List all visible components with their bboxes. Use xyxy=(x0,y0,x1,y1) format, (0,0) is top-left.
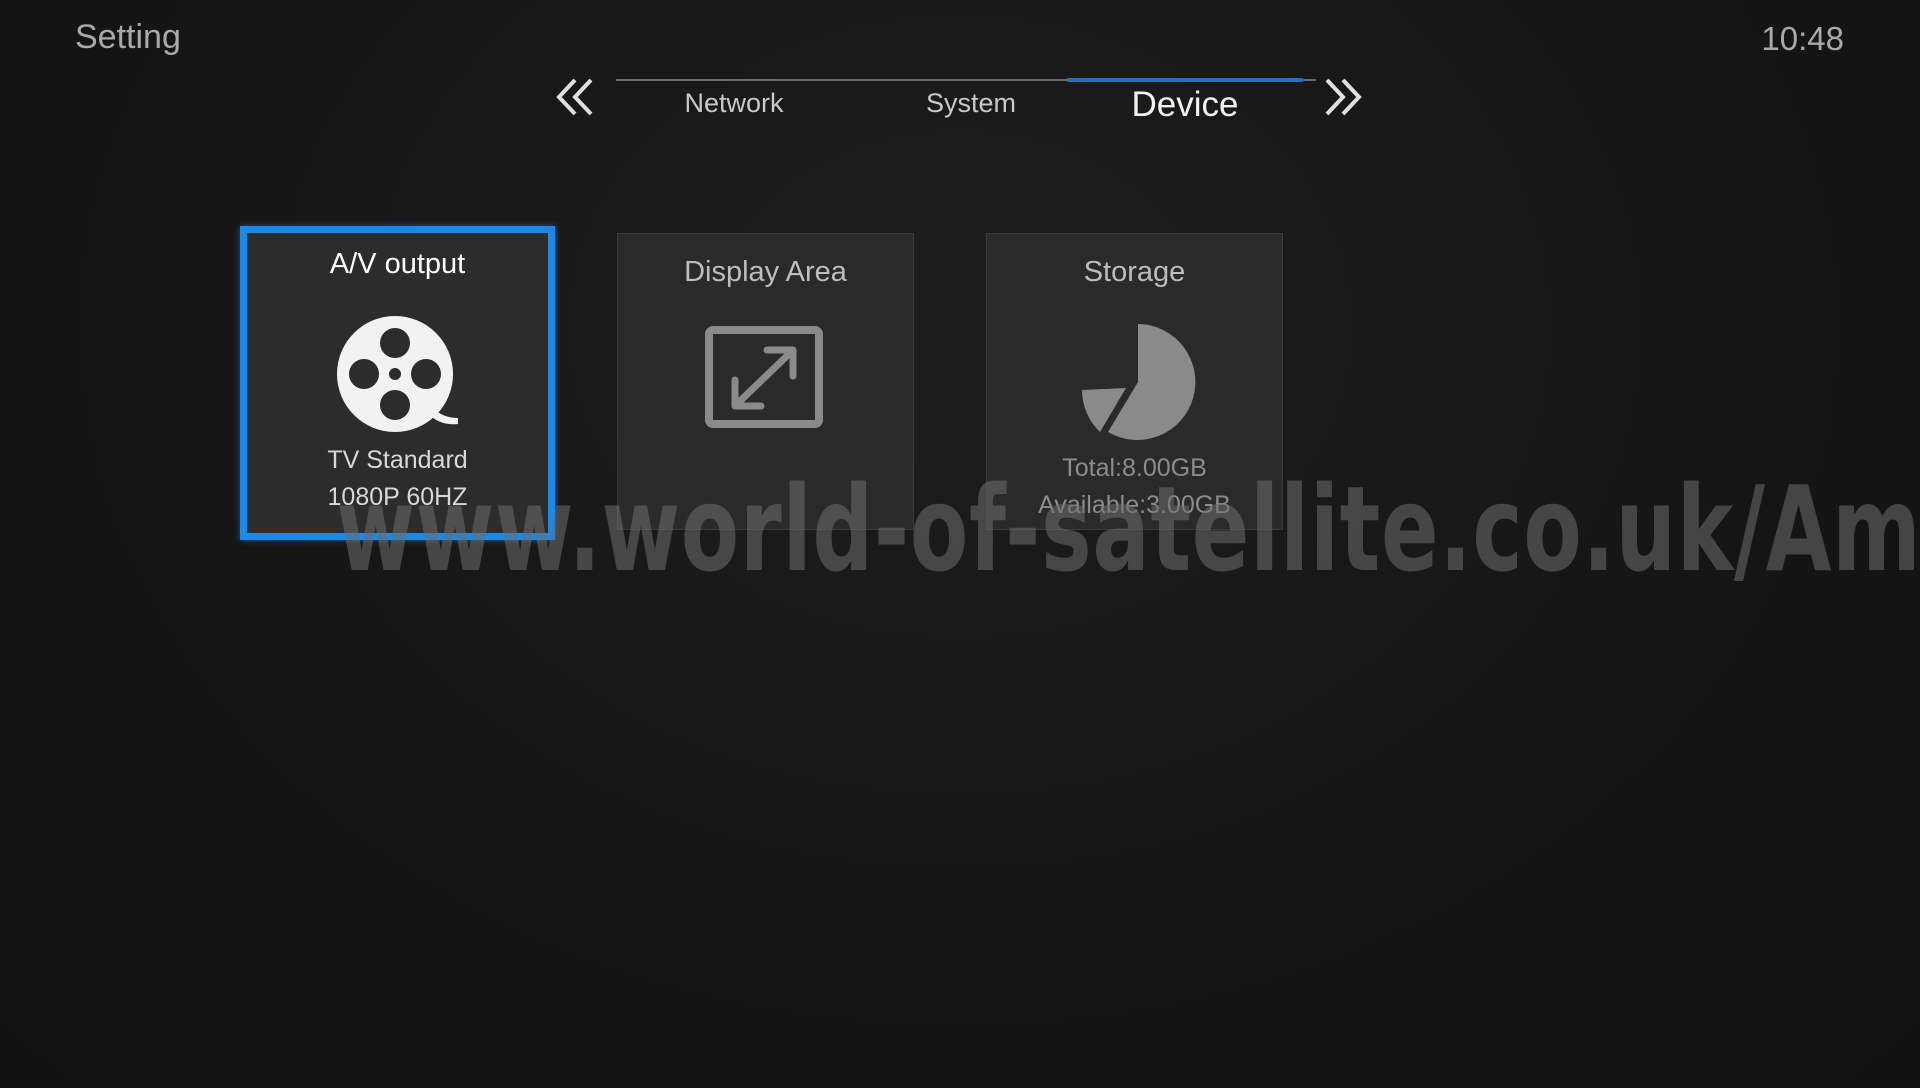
av-output-card[interactable]: A/V output TV Standard 1080P 60HZ xyxy=(240,226,555,540)
card-title: Display Area xyxy=(684,256,847,288)
active-tab-indicator xyxy=(1067,78,1303,82)
settings-screen: Setting 10:48 Network System Device A/V … xyxy=(0,0,1920,1088)
tab-system[interactable]: System xyxy=(853,88,1089,119)
film-reel-icon xyxy=(333,314,463,434)
pie-chart-icon xyxy=(1070,322,1200,442)
double-chevron-left-icon[interactable] xyxy=(553,72,597,122)
tab-network[interactable]: Network xyxy=(616,88,852,119)
double-chevron-right-icon[interactable] xyxy=(1321,72,1365,122)
tv-standard-value: 1080P 60HZ xyxy=(327,483,468,511)
card-title: Storage xyxy=(1083,256,1186,288)
expand-arrows-icon xyxy=(701,322,831,442)
display-area-card[interactable]: Display Area xyxy=(617,233,914,530)
storage-total: Total:8.00GB xyxy=(1062,454,1207,482)
tab-device[interactable]: Device xyxy=(1067,85,1303,125)
clock: 10:48 xyxy=(1761,20,1844,57)
card-title: A/V output xyxy=(329,248,466,280)
storage-available: Available:3.00GB xyxy=(1038,491,1231,519)
tab-bar: Network System Device xyxy=(553,70,1363,140)
tv-standard-label: TV Standard xyxy=(327,446,468,474)
page-title: Setting xyxy=(75,18,181,56)
storage-card[interactable]: Storage Total:8.00GB Available:3.00GB xyxy=(986,233,1283,530)
